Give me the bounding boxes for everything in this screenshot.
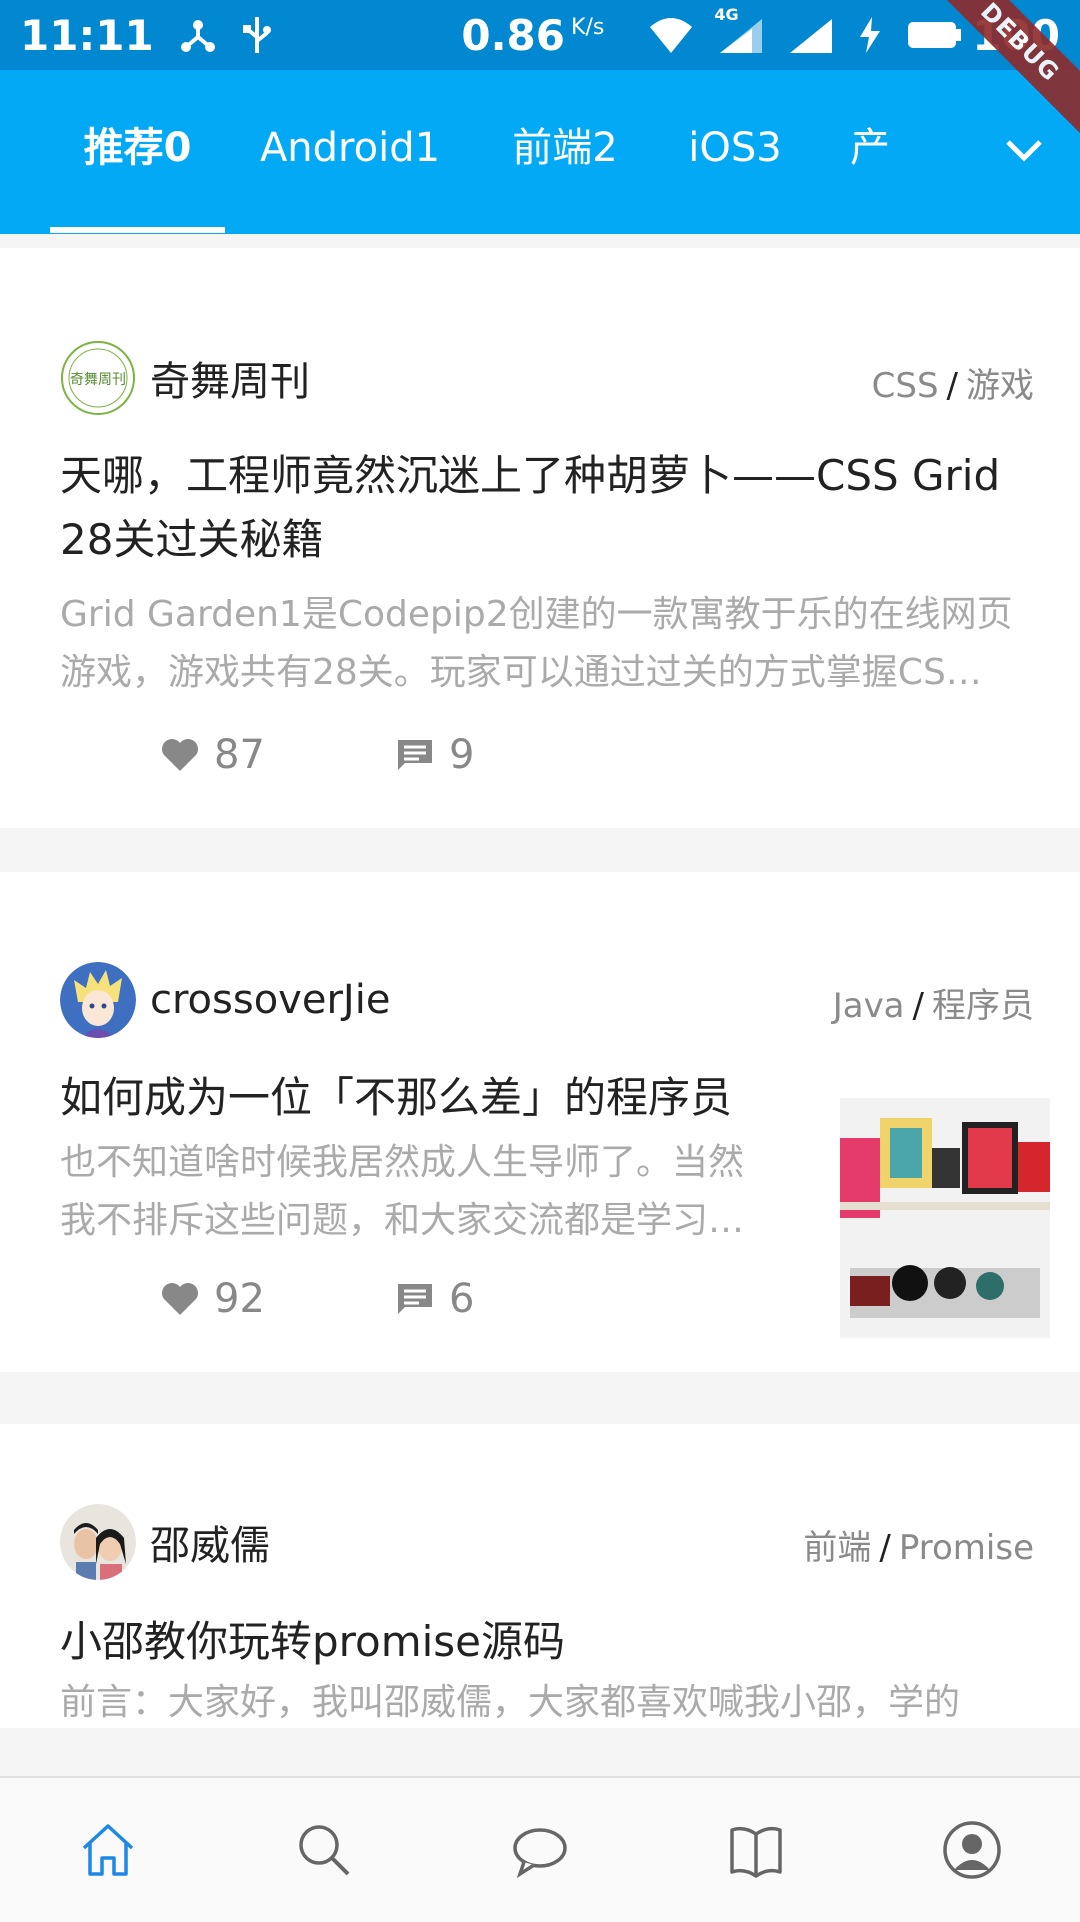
article-summary: 也不知道啥时候我居然成人生导师了。当然 我不排斥这些问题，和大家交流都是学习…	[60, 1134, 744, 1250]
network-type: 4G	[714, 5, 739, 24]
article-card[interactable]: 邵威儒 前端 / Promise 小邵教你玩转promise源码 前言：大家好，我叫…	[0, 1424, 1080, 1728]
battery-icon	[906, 20, 962, 50]
tag-name: 游戏	[966, 366, 1034, 406]
tag-name: 程序员	[932, 986, 1034, 1026]
category-name: CSS	[871, 366, 939, 406]
avatar[interactable]: 奇舞周刊	[60, 340, 136, 416]
author-name[interactable]: crossoverJie	[150, 977, 390, 1023]
comment-stat[interactable]: 9	[395, 732, 474, 778]
category-name: Java	[832, 986, 905, 1026]
cell-signal-icon-2	[788, 15, 834, 55]
author-row[interactable]: crossoverJie	[60, 962, 390, 1038]
summary-line: Grid Garden1是Codepip2创建的一款寓教于乐的在线网页	[60, 594, 1013, 635]
author-name[interactable]: 奇舞周刊	[150, 349, 310, 407]
avatar[interactable]	[60, 962, 136, 1038]
comment-stat[interactable]: 6	[395, 1276, 474, 1322]
tab-android[interactable]: Android1	[250, 70, 450, 234]
chat-icon[interactable]	[510, 1820, 570, 1880]
tab-ios[interactable]: iOS3	[670, 70, 800, 234]
author-row[interactable]: 奇舞周刊 奇舞周刊	[60, 340, 310, 416]
tag-name: Promise	[898, 1528, 1034, 1568]
summary-line: 游戏，游戏共有28关。玩家可以通过过关的方式掌握CS…	[60, 652, 982, 693]
title-line: 天哪，工程师竟然沉迷上了种胡萝卜——CSS Grid	[60, 451, 1001, 500]
title-line: 28关过关秘籍	[60, 515, 324, 564]
tab-recommend[interactable]: 推荐0	[50, 70, 225, 234]
author-row[interactable]: 邵威儒	[60, 1504, 270, 1580]
category-tab-bar: 推荐0 Android1 前端2 iOS3 产	[0, 70, 1080, 234]
summary-line: 前言：大家好，我叫邵威儒，大家都喜欢喊我小邵，学的	[60, 1682, 961, 1723]
avatar[interactable]	[60, 1504, 136, 1580]
bottom-navigation	[0, 1776, 1080, 1922]
tab-frontend[interactable]: 前端2	[490, 70, 640, 234]
article-summary: Grid Garden1是Codepip2创建的一款寓教于乐的在线网页 游戏，游…	[60, 586, 1013, 702]
like-count: 87	[214, 732, 265, 778]
status-time: 11:11	[20, 10, 154, 60]
comment-icon	[398, 1284, 432, 1314]
cell-signal-icon: 4G	[714, 5, 764, 55]
avatar-logo-text: 奇舞周刊	[70, 371, 126, 388]
summary-line: 也不知道啥时候我居然成人生导师了。当然	[60, 1142, 745, 1183]
book-icon[interactable]	[726, 1820, 786, 1880]
like-stat[interactable]: 87	[160, 732, 265, 778]
home-icon[interactable]	[78, 1820, 138, 1880]
tree-icon	[178, 15, 218, 55]
comment-count: 6	[449, 1276, 475, 1322]
article-title[interactable]: 如何成为一位「不那么差」的程序员	[60, 1066, 732, 1130]
summary-line: 我不排斥这些问题，和大家交流都是学习…	[60, 1200, 745, 1241]
charging-icon	[858, 15, 882, 55]
usb-icon	[242, 15, 272, 55]
article-category: 前端 / Promise	[803, 1528, 1034, 1568]
like-stat[interactable]: 92	[160, 1276, 265, 1322]
article-card[interactable]: crossoverJie Java / 程序员 如何成为一位「不那么差」的程序员 也…	[0, 872, 1080, 1372]
category-name: 前端	[803, 1528, 872, 1568]
comment-icon	[398, 740, 432, 770]
author-name[interactable]: 邵威儒	[150, 1513, 270, 1571]
article-title[interactable]: 小邵教你玩转promise源码	[60, 1610, 565, 1674]
network-speed: 0.86	[461, 10, 566, 60]
search-icon[interactable]	[294, 1820, 354, 1880]
article-card[interactable]: 奇舞周刊 奇舞周刊 CSS / 游戏 天哪，工程师竟然沉迷上了种胡萝卜——CSS G…	[0, 248, 1080, 828]
article-category: Java / 程序员	[832, 986, 1034, 1026]
like-count: 92	[214, 1276, 265, 1322]
tab-product[interactable]: 产	[830, 70, 910, 234]
heart-icon	[162, 1283, 198, 1315]
article-feed: 奇舞周刊 奇舞周刊 CSS / 游戏 天哪，工程师竟然沉迷上了种胡萝卜——CSS G…	[0, 234, 1080, 1728]
heart-icon	[162, 739, 198, 771]
article-thumbnail[interactable]	[840, 1098, 1050, 1338]
tab-indicator	[50, 227, 225, 233]
article-title[interactable]: 天哪，工程师竟然沉迷上了种胡萝卜——CSS Grid 28关过关秘籍	[60, 444, 1000, 572]
profile-icon[interactable]	[942, 1820, 1002, 1880]
status-bar: 11:11 0.86 K/s 4G 100	[0, 0, 1080, 70]
wifi-icon	[648, 15, 694, 55]
expand-tabs-icon[interactable]	[994, 120, 1054, 180]
article-summary: 前言：大家好，我叫邵威儒，大家都喜欢喊我小邵，学的	[60, 1674, 960, 1728]
comment-count: 9	[449, 732, 475, 778]
article-category: CSS / 游戏	[871, 366, 1034, 406]
network-unit: K/s	[571, 14, 605, 40]
